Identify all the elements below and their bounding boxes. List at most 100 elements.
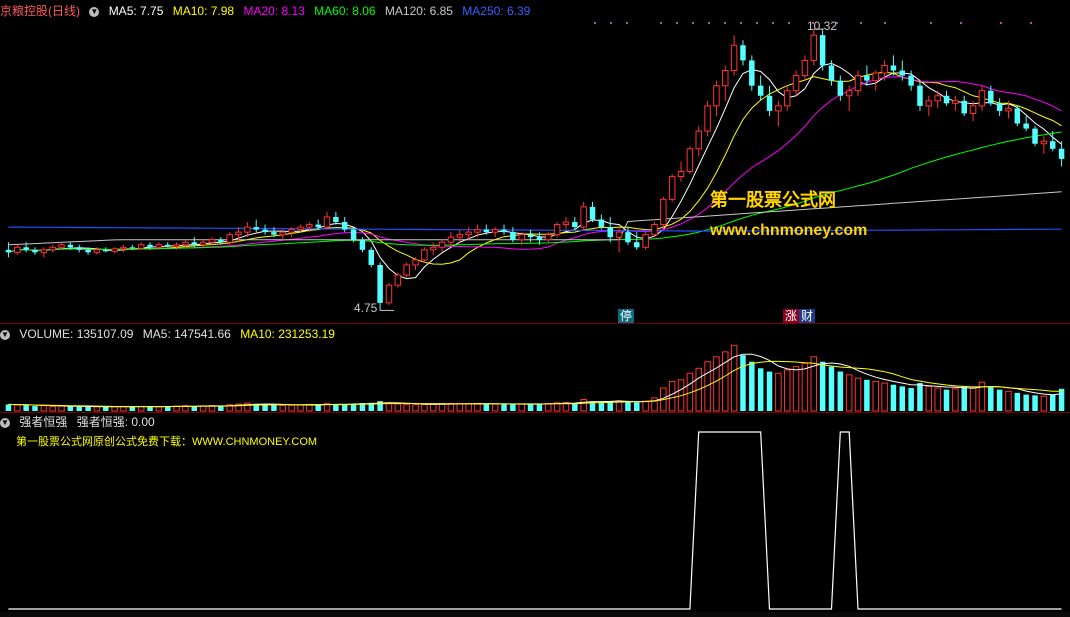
candle xyxy=(704,100,711,137)
candle xyxy=(917,80,923,111)
volume-bar xyxy=(917,383,923,411)
candle-body xyxy=(368,249,375,265)
candle xyxy=(527,229,534,243)
candle xyxy=(491,227,499,238)
volume-bar xyxy=(1049,394,1056,411)
candle xyxy=(978,85,986,111)
candle xyxy=(952,95,959,111)
candle-body xyxy=(32,249,38,253)
candle xyxy=(801,55,809,81)
volume-bar xyxy=(810,356,818,412)
candle xyxy=(766,85,773,116)
candle xyxy=(501,224,507,235)
panel-divider-volume xyxy=(0,412,1070,413)
volume-menu-icon[interactable]: ▼ xyxy=(0,329,10,340)
candle-body xyxy=(845,90,853,97)
volume-bar xyxy=(837,371,844,411)
candle-body xyxy=(801,59,809,77)
candle-body xyxy=(660,198,667,226)
candle xyxy=(421,247,428,263)
candle xyxy=(429,242,437,255)
candle-body xyxy=(218,239,224,243)
candle xyxy=(810,29,818,66)
candle-body xyxy=(1005,107,1012,112)
volume-bar xyxy=(315,404,321,411)
candle-body xyxy=(49,246,56,251)
candle-body xyxy=(483,229,490,233)
candle-body xyxy=(191,242,198,245)
volume-bar xyxy=(730,344,738,412)
candle-body xyxy=(775,105,782,112)
volume-bar xyxy=(792,366,800,412)
candle-body xyxy=(103,249,109,252)
volume-bar xyxy=(403,403,410,412)
candle-body xyxy=(129,247,136,249)
candle-body xyxy=(447,236,455,243)
volume-bar xyxy=(412,404,419,412)
volume-bar xyxy=(819,361,826,411)
candle xyxy=(32,247,38,255)
limit-marker xyxy=(860,22,862,24)
volume-bar xyxy=(333,404,339,411)
suspend-badge[interactable]: 停 xyxy=(618,309,635,323)
indicator-menu-icon[interactable]: ▼ xyxy=(0,417,10,428)
candle xyxy=(837,75,844,101)
indicator-promo-text: 第一股票公式网原创公式免费下载：WWW.CHNMONEY.COM xyxy=(16,436,318,448)
candle xyxy=(713,80,720,116)
volume-bar xyxy=(1014,392,1021,411)
candle-body xyxy=(67,244,74,248)
candle-body xyxy=(969,105,977,114)
candle xyxy=(686,146,694,175)
limit-marker xyxy=(884,22,886,24)
volume-bar xyxy=(749,361,755,411)
candle xyxy=(589,201,596,223)
candle xyxy=(341,216,348,233)
limit-marker xyxy=(930,22,932,24)
candle xyxy=(456,229,464,243)
limit-marker xyxy=(1000,22,1002,24)
candle xyxy=(660,196,667,228)
candle xyxy=(749,55,755,91)
volume-bar xyxy=(40,405,48,412)
candle-body xyxy=(925,100,933,107)
volume-bar xyxy=(845,374,853,412)
candle-body xyxy=(429,246,437,251)
candle xyxy=(553,222,561,238)
candle-body xyxy=(757,85,764,96)
volume-bar xyxy=(961,386,967,411)
volume-bar xyxy=(783,369,791,412)
candle xyxy=(580,201,587,230)
candle-body xyxy=(323,216,331,228)
candle xyxy=(1014,105,1021,127)
candle-body xyxy=(350,229,357,240)
limit-up-badge[interactable]: 涨 xyxy=(783,309,800,323)
volume-bar xyxy=(775,372,782,412)
candle-body xyxy=(137,244,145,249)
candle xyxy=(412,257,419,271)
candle xyxy=(562,216,570,230)
volume-bar xyxy=(491,403,499,412)
kline-chart[interactable] xyxy=(0,0,1070,617)
finance-badge[interactable]: 财 xyxy=(799,309,816,323)
volume-bar xyxy=(642,400,649,412)
candle-body xyxy=(244,226,251,233)
candle-body xyxy=(908,75,914,86)
indicator-name[interactable]: 强者恒强 xyxy=(19,415,67,429)
candle xyxy=(943,90,950,106)
candle-body xyxy=(385,284,393,304)
volume-label: VOLUME: 135107.09 xyxy=(19,327,134,341)
candle-body xyxy=(510,232,516,240)
volume-bar xyxy=(518,403,525,412)
high-price-label: 10.32 xyxy=(807,19,838,33)
candle xyxy=(438,239,446,253)
candle xyxy=(775,100,782,127)
candle-body xyxy=(111,248,118,252)
candle xyxy=(677,161,685,182)
candle xyxy=(1058,141,1065,167)
candle-body xyxy=(93,249,101,253)
volume-bar xyxy=(1040,395,1048,412)
candle-body xyxy=(208,239,216,243)
candle-body xyxy=(271,232,277,235)
candle-body xyxy=(474,229,481,233)
ma250-line xyxy=(8,226,1062,232)
